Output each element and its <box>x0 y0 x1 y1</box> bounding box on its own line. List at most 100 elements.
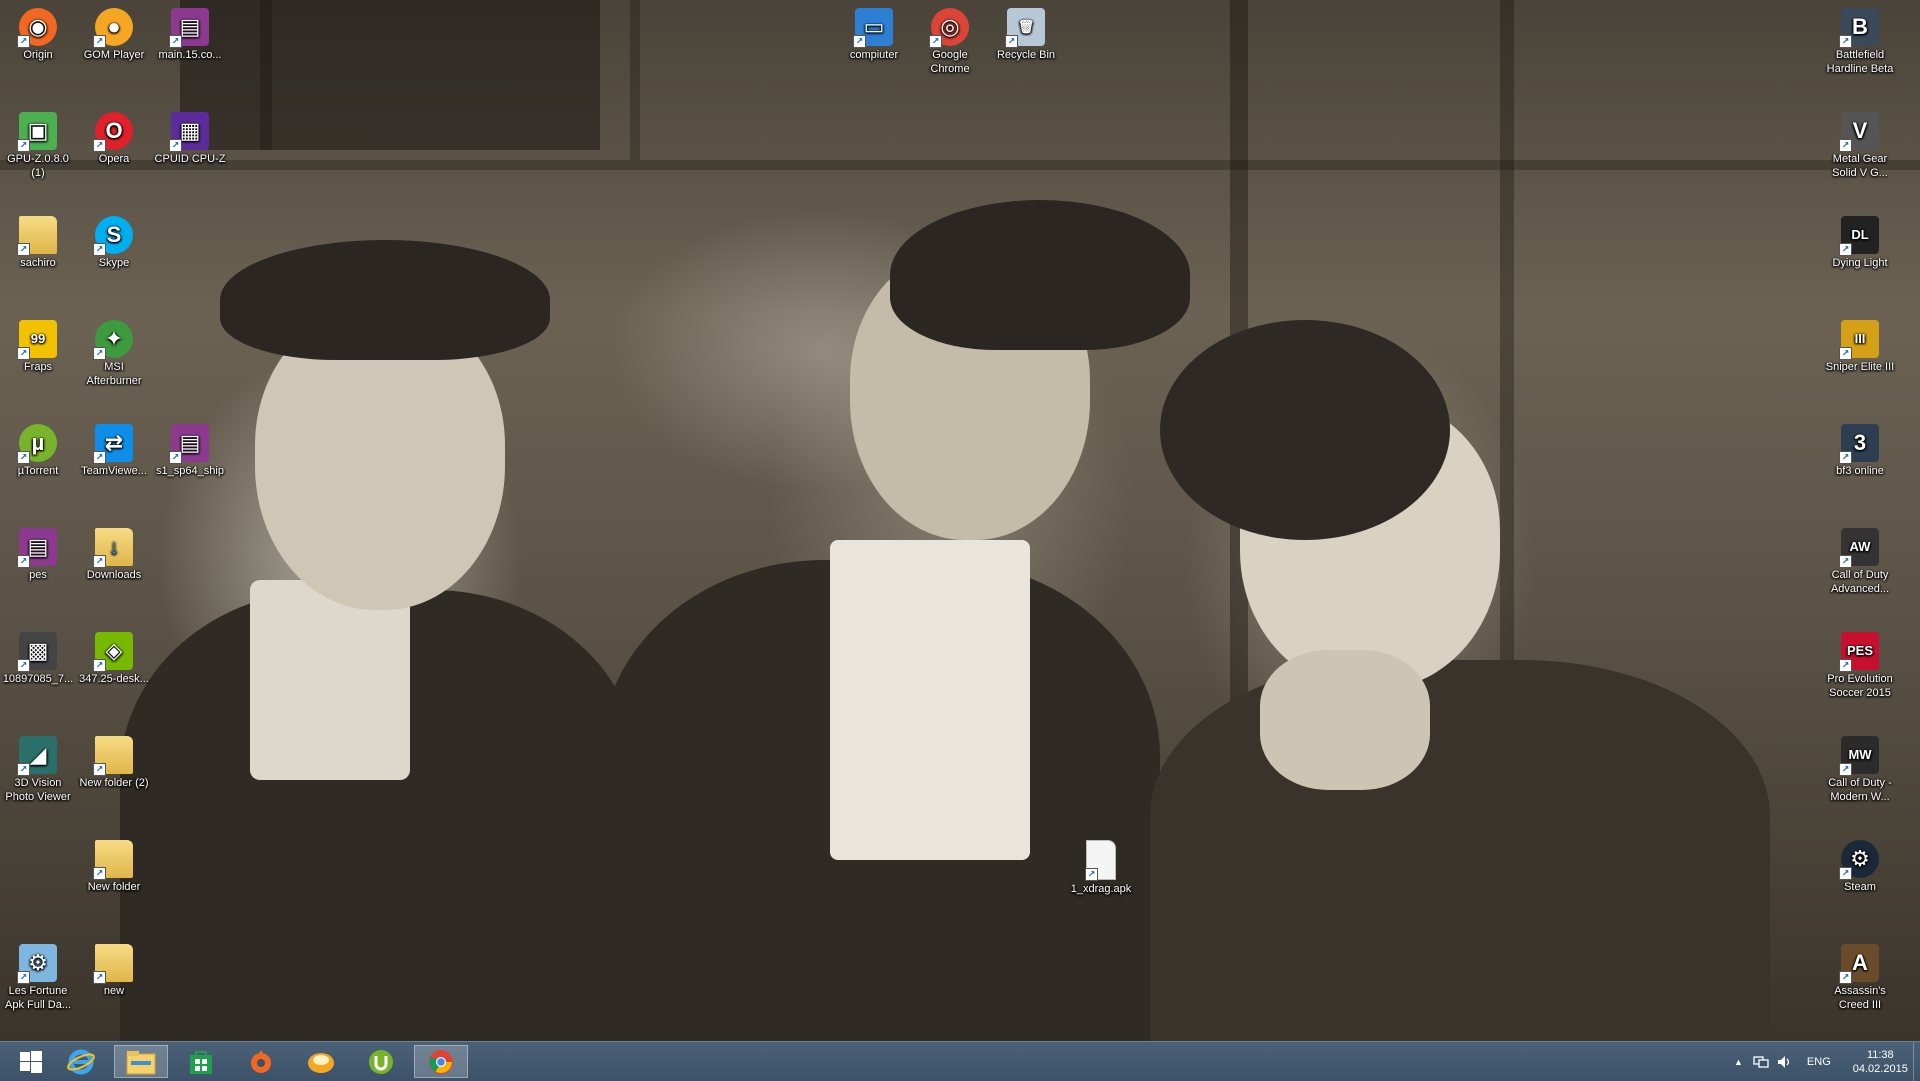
shortcut-arrow-icon: ↗ <box>17 347 30 360</box>
cpu-z-icon: ▦ ↗ <box>169 112 209 152</box>
desktop-icon-label: Fraps <box>23 361 53 373</box>
show-desktop-button[interactable] <box>1913 1042 1920 1081</box>
steam-icon: ⚙ ↗ <box>1839 840 1879 880</box>
winrar-archive-icon: ▤ ↗ <box>17 528 57 568</box>
show-hidden-icons-chevron-icon[interactable]: ▲ <box>1734 1057 1743 1067</box>
opera-icon: O ↗ <box>93 112 133 152</box>
desktop-icon[interactable]: S ↗ Skype <box>77 216 151 270</box>
shortcut-arrow-icon: ↗ <box>1839 971 1852 984</box>
sniper-elite-icon: III ↗ <box>1839 320 1879 360</box>
shortcut-arrow-icon: ↗ <box>1085 868 1098 881</box>
shortcut-arrow-icon: ↗ <box>17 971 30 984</box>
desktop-icon[interactable]: 🗑 ↗ Recycle Bin <box>989 8 1063 62</box>
shortcut-arrow-icon: ↗ <box>93 555 106 568</box>
chrome-icon: ◎ ↗ <box>929 8 969 48</box>
folder-icon: ↗ <box>93 944 133 984</box>
shortcut-arrow-icon: ↗ <box>169 451 182 464</box>
boy-left-cap <box>220 240 550 360</box>
desktop-icon[interactable]: ⚙ ↗ Les Fortune Apk Full Da... <box>1 944 75 1012</box>
desktop-icon[interactable]: O ↗ Opera <box>77 112 151 166</box>
shortcut-arrow-icon: ↗ <box>93 35 106 48</box>
desktop-icon[interactable]: ◢ ↗ 3D Vision Photo Viewer <box>1 736 75 804</box>
desktop-icon[interactable]: PES ↗ Pro Evolution Soccer 2015 <box>1823 632 1897 700</box>
desktop-icon[interactable]: DL ↗ Dying Light <box>1823 216 1897 270</box>
desktop-icon[interactable]: ▤ ↗ pes <box>1 528 75 582</box>
desktop-icon[interactable]: µ ↗ µTorrent <box>1 424 75 478</box>
desktop-icon[interactable]: 3 ↗ bf3 online <box>1823 424 1897 478</box>
desktop-icon[interactable]: ▤ ↗ s1_sp64_ship <box>153 424 227 478</box>
input-language-indicator[interactable]: ENG <box>1807 1056 1831 1068</box>
desktop-icon-label: Battlefield Hardline Beta <box>1826 49 1894 75</box>
desktop-icon[interactable]: ◈ ↗ 347.25-desk... <box>77 632 151 686</box>
desktop-icon-label: compiuter <box>849 49 899 61</box>
taskbar-utorrent[interactable] <box>354 1045 408 1078</box>
desktop-icon-label: TeamViewe... <box>81 465 147 477</box>
desktop-icon[interactable]: ▩ ↗ 10897085_7... <box>1 632 75 686</box>
desktop-icon[interactable]: ▣ ↗ GPU-Z.0.8.0 (1) <box>1 112 75 180</box>
desktop-icon[interactable]: ⇄ ↗ TeamViewe... <box>77 424 151 478</box>
desktop-icon[interactable]: III ↗ Sniper Elite III <box>1823 320 1897 374</box>
desktop-icon[interactable]: ↗ New folder (2) <box>77 736 151 790</box>
desktop-icon-label: New folder (2) <box>79 777 149 789</box>
desktop-icon[interactable]: 99 ↗ Fraps <box>1 320 75 374</box>
computer-icon: ▭ ↗ <box>853 8 893 48</box>
shortcut-arrow-icon: ↗ <box>1839 555 1852 568</box>
desktop-icon[interactable]: ⚙ ↗ Steam <box>1823 840 1897 894</box>
start-button[interactable] <box>4 1045 58 1078</box>
boy-right-cap <box>1160 320 1450 540</box>
desktop-icon[interactable]: MW ↗ Call of Duty - Modern W... <box>1823 736 1897 804</box>
desktop-icon[interactable]: V ↗ Metal Gear Solid V G... <box>1823 112 1897 180</box>
volume-icon[interactable] <box>1777 1055 1793 1069</box>
desktop-icon[interactable]: ◎ ↗ Google Chrome <box>913 8 987 76</box>
desktop-icon-label: MSI Afterburner <box>86 361 142 387</box>
desktop-icon[interactable]: ↗ 1_xdrag.apk <box>1064 840 1138 896</box>
taskbar-file-explorer[interactable] <box>114 1045 168 1078</box>
desktop-icon[interactable]: AW ↗ Call of Duty Advanced... <box>1823 528 1897 596</box>
desktop-icon[interactable]: B ↗ Battlefield Hardline Beta <box>1823 8 1897 76</box>
shortcut-arrow-icon: ↗ <box>1839 763 1852 776</box>
folder-icon: ↗ <box>93 736 133 776</box>
clock[interactable]: 11:38 04.02.2015 <box>1853 1048 1908 1076</box>
desktop-icon[interactable]: ↓ ↗ Downloads <box>77 528 151 582</box>
cod-mw-icon: MW ↗ <box>1839 736 1879 776</box>
shortcut-arrow-icon: ↗ <box>1839 139 1852 152</box>
chrome-icon <box>429 1049 453 1074</box>
boy-right-coat <box>1150 660 1770 1041</box>
shortcut-arrow-icon: ↗ <box>1839 35 1852 48</box>
internet-explorer-icon <box>67 1049 95 1074</box>
network-icon[interactable] <box>1753 1055 1769 1069</box>
origin-icon <box>251 1049 271 1073</box>
shortcut-arrow-icon: ↗ <box>93 763 106 776</box>
taskbar-gom-player[interactable] <box>294 1045 348 1078</box>
desktop-icon[interactable]: ▤ ↗ main.15.co... <box>153 8 227 62</box>
shortcut-arrow-icon: ↗ <box>93 243 106 256</box>
taskbar-origin[interactable] <box>234 1045 288 1078</box>
desktop-icon-label: µTorrent <box>17 465 59 477</box>
desktop-icon-label: 1_xdrag.apk <box>1070 883 1132 895</box>
desktop-icon[interactable]: ● ↗ GOM Player <box>77 8 151 62</box>
desktop-icon[interactable]: ↗ new <box>77 944 151 998</box>
desktop-icon-label: new <box>103 985 125 997</box>
shortcut-arrow-icon: ↗ <box>929 35 942 48</box>
taskbar-google-chrome[interactable] <box>414 1045 468 1078</box>
desktop-icon[interactable]: ▦ ↗ CPUID CPU-Z <box>153 112 227 166</box>
desktop-icon[interactable]: ↗ New folder <box>77 840 151 894</box>
taskbar-windows-store[interactable] <box>174 1045 228 1078</box>
3d-vision-icon: ◢ ↗ <box>17 736 57 776</box>
desktop-icon-label: Opera <box>98 153 130 165</box>
shortcut-arrow-icon: ↗ <box>853 35 866 48</box>
shortcut-arrow-icon: ↗ <box>169 35 182 48</box>
winrar-archive-icon: ▤ ↗ <box>169 8 209 48</box>
store-icon <box>190 1050 212 1074</box>
taskbar-internet-explorer[interactable] <box>54 1045 108 1078</box>
desktop-icon[interactable]: ◉ ↗ Origin <box>1 8 75 62</box>
desktop-icon[interactable]: ↗ sachiro <box>1 216 75 270</box>
utorrent-icon: µ ↗ <box>17 424 57 464</box>
desktop-icon-label: sachiro <box>20 257 56 269</box>
file-explorer-icon <box>126 1050 156 1074</box>
desktop-icon[interactable]: A ↗ Assassin's Creed III <box>1823 944 1897 1012</box>
desktop-icon[interactable]: ▭ ↗ compiuter <box>837 8 911 62</box>
shortcut-arrow-icon: ↗ <box>17 139 30 152</box>
desktop-icon[interactable]: ✦ ↗ MSI Afterburner <box>77 320 151 388</box>
pes-icon: PES ↗ <box>1839 632 1879 672</box>
